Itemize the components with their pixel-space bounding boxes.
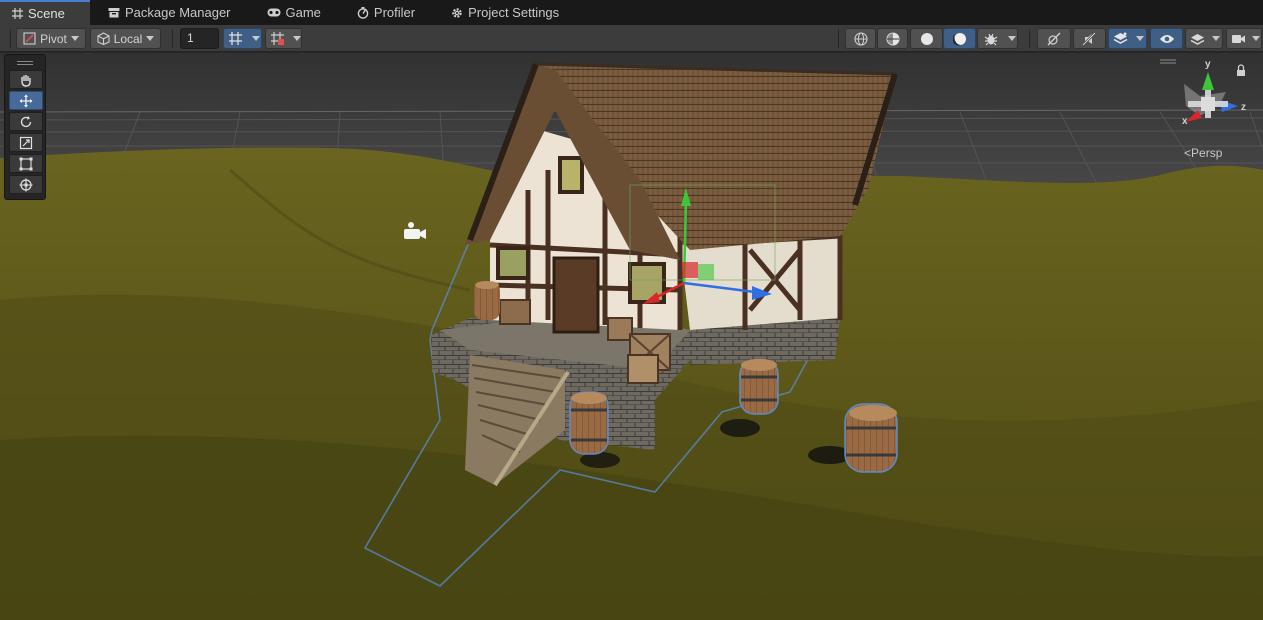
grid-icon: [12, 8, 23, 19]
local-cube-icon: [97, 32, 110, 45]
gamepad-icon: [267, 8, 281, 17]
tab-label: Game: [285, 5, 321, 20]
eye-icon: [1159, 34, 1174, 43]
wireframe-sphere-icon: [853, 31, 868, 46]
chevron-down-icon: [1252, 36, 1260, 41]
space-label: Local: [113, 31, 143, 46]
hand-tool-button[interactable]: [9, 70, 43, 89]
lighting-off-icon: [1047, 32, 1061, 45]
grid-visibility-icon: [271, 32, 284, 45]
transform-tool-button[interactable]: [9, 175, 43, 194]
tab-project-settings[interactable]: Project Settings: [439, 0, 573, 25]
grid-snapping-toggle[interactable]: [223, 28, 262, 49]
gear-icon: [452, 7, 462, 18]
debug-bug-icon: [984, 33, 998, 45]
chevron-down-icon: [1008, 36, 1016, 41]
tools-overlay: [4, 54, 46, 200]
shaded-sphere-icon: [920, 32, 933, 45]
tab-label: Project Settings: [468, 5, 560, 20]
layers-dropdown[interactable]: [1185, 28, 1223, 49]
scale-icon: [19, 136, 33, 149]
tab-bar: Scene Package Manager Game Profiler Proj…: [0, 0, 1263, 25]
chevron-down-icon: [146, 36, 155, 41]
rotate-icon: [20, 115, 32, 127]
tab-label: Package Manager: [125, 5, 231, 20]
wireframe-mode-button[interactable]: [845, 28, 876, 49]
scene-render: [0, 53, 1263, 620]
chevron-left-icon: <: [1184, 146, 1192, 160]
grid-snap-input[interactable]: 1: [180, 28, 219, 49]
tab-game[interactable]: Game: [255, 0, 335, 25]
porch-barrel: [474, 281, 500, 320]
tab-profiler[interactable]: Profiler: [345, 0, 429, 25]
effects-dropdown[interactable]: [1108, 28, 1147, 49]
pivot-icon: [23, 32, 36, 45]
scene-visibility-button[interactable]: [1150, 28, 1183, 49]
grid-visibility-toggle[interactable]: [265, 28, 302, 49]
toolbar-divider: [172, 29, 173, 48]
chevron-down-icon: [252, 36, 260, 41]
axis-z-label: z: [1241, 102, 1246, 113]
lighting-toggle-button[interactable]: [1037, 28, 1071, 49]
tab-scene[interactable]: Scene: [0, 0, 90, 25]
camera-icon: [1232, 34, 1245, 43]
layers-icon: [1190, 33, 1205, 45]
rotate-tool-button[interactable]: [9, 112, 43, 131]
move-tool-button[interactable]: [9, 91, 43, 110]
package-icon: [108, 8, 120, 18]
tab-label: Scene: [28, 6, 65, 21]
projection-label: Persp: [1191, 146, 1223, 160]
drag-handle[interactable]: [17, 61, 33, 62]
chevron-down-icon: [293, 36, 301, 41]
transform-icon: [19, 178, 33, 191]
shaded-wireframe-mode-button[interactable]: [877, 28, 908, 49]
move-icon: [19, 94, 33, 107]
profiler-icon: [357, 6, 369, 19]
toolbar-divider: [1029, 29, 1030, 48]
scene-viewport[interactable]: y x z: [0, 53, 1263, 620]
projection-toggle[interactable]: <Persp: [1184, 146, 1222, 160]
axis-x-label: x: [1182, 116, 1188, 127]
hand-icon: [21, 74, 31, 87]
audio-off-icon: [1082, 31, 1096, 46]
chevron-down-icon: [70, 36, 79, 41]
rect-tool-button[interactable]: [9, 154, 43, 173]
effects-layers-icon: [1113, 32, 1128, 44]
axis-y-label: y: [1205, 59, 1211, 70]
scale-tool-button[interactable]: [9, 133, 43, 152]
house-door: [552, 256, 600, 334]
shaded-wireframe-icon: [885, 31, 900, 46]
rect-transform-icon: [19, 157, 33, 170]
debug-draw-mode-dropdown[interactable]: [977, 28, 1018, 49]
lit-sphere-icon: [952, 32, 966, 45]
pivot-label: Pivot: [40, 31, 67, 46]
audio-toggle-button[interactable]: [1073, 28, 1106, 49]
chevron-down-icon: [1212, 36, 1220, 41]
camera-settings-dropdown[interactable]: [1226, 28, 1262, 49]
unlit-mode-button[interactable]: [943, 28, 976, 49]
tab-label: Profiler: [373, 5, 416, 20]
space-dropdown[interactable]: Local: [90, 28, 161, 49]
toolbar-divider: [838, 29, 839, 48]
grid-snap-icon: [229, 32, 242, 45]
tab-package-manager[interactable]: Package Manager: [96, 0, 245, 25]
pivot-dropdown[interactable]: Pivot: [16, 28, 86, 49]
shaded-mode-button[interactable]: [910, 28, 943, 49]
chevron-down-icon: [1136, 36, 1144, 41]
toolbar-grip: [10, 29, 11, 48]
scene-toolbar: Pivot Local 1: [0, 25, 1263, 52]
